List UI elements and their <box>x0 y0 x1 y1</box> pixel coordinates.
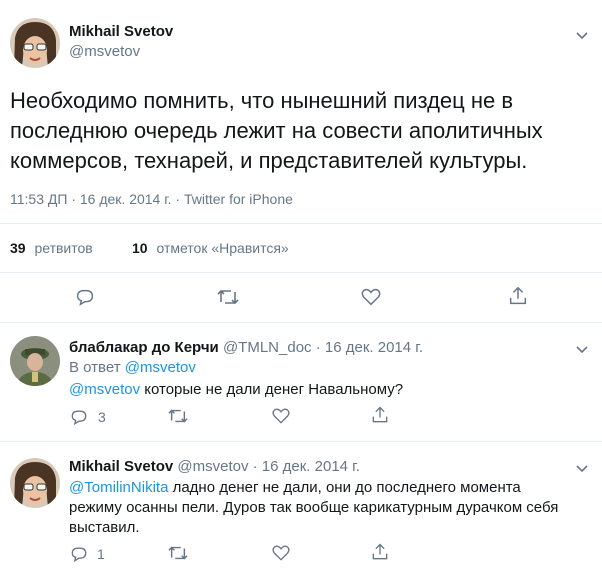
chevron-down-icon[interactable] <box>572 25 592 45</box>
author-name[interactable]: Mikhail Svetov <box>69 23 173 40</box>
author-name[interactable]: Mikhail Svetov <box>69 458 173 475</box>
chevron-down-icon[interactable] <box>572 339 592 359</box>
reply-count: 3 <box>98 409 106 425</box>
reply-text-line: @TomilinNikita ладно денег не дали, они … <box>69 478 521 498</box>
retweets-stat[interactable]: 39 ретвитов <box>10 240 93 256</box>
author-handle[interactable]: @TMLN_doc <box>223 339 312 356</box>
retweet-icon[interactable] <box>167 406 189 426</box>
retweets-label: ретвитов <box>34 240 93 256</box>
likes-label: отметок «Нравится» <box>156 240 289 256</box>
like-icon[interactable] <box>360 286 382 308</box>
reply-text-line: выставил. <box>69 519 140 536</box>
retweet-icon[interactable] <box>216 286 240 308</box>
likes-count: 10 <box>132 240 148 256</box>
reply-date[interactable]: · 16 дек. 2014 г. <box>316 339 423 356</box>
chevron-down-icon[interactable] <box>572 458 592 478</box>
mention-link[interactable]: @msvetov <box>69 381 140 398</box>
retweets-count: 39 <box>10 240 26 256</box>
like-icon[interactable] <box>271 406 291 426</box>
likes-stat[interactable]: 10 отметок «Нравится» <box>132 240 289 256</box>
reply-icon <box>69 544 89 564</box>
reply-header: блаблакар до Керчи @TMLN_doc · 16 дек. 2… <box>69 339 423 356</box>
avatar[interactable] <box>10 458 60 508</box>
reply-text-line: режиму осанны пели. Дуров так вообще кар… <box>69 499 559 516</box>
in-reply-prefix: В ответ <box>69 359 121 376</box>
reply-date[interactable]: · 16 дек. 2014 г. <box>253 458 360 475</box>
share-icon[interactable] <box>370 542 390 562</box>
tweet-text-line: коммерсов, технарей, и представителей ку… <box>10 148 528 173</box>
reply-icon[interactable] <box>74 286 96 308</box>
reply-text: @msvetov которые не дали денег Навальном… <box>69 381 403 398</box>
in-reply-handle-link[interactable]: @msvetov <box>125 359 196 376</box>
reply-header: Mikhail Svetov @msvetov · 16 дек. 2014 г… <box>69 458 360 475</box>
reply-action[interactable]: 3 <box>69 406 106 428</box>
reply-count: 1 <box>97 546 105 562</box>
tweet-meta[interactable]: 11:53 ДП · 16 дек. 2014 г. · Twitter for… <box>10 191 293 207</box>
like-icon[interactable] <box>271 543 291 563</box>
author-handle[interactable]: @msvetov <box>177 458 248 475</box>
reply-icon <box>69 407 89 427</box>
share-icon[interactable] <box>507 285 529 307</box>
author-name[interactable]: блаблакар до Керчи <box>69 339 219 356</box>
retweet-icon[interactable] <box>167 543 189 563</box>
in-reply-to: В ответ @msvetov <box>69 359 196 376</box>
avatar[interactable] <box>10 336 60 386</box>
share-icon[interactable] <box>370 405 390 425</box>
mention-link[interactable]: @TomilinNikita <box>69 479 168 496</box>
tweet-text-line: последнюю очередь лежит на совести аполи… <box>10 118 543 143</box>
author-handle[interactable]: @msvetov <box>69 43 140 60</box>
reply-action[interactable]: 1 <box>69 543 105 565</box>
tweet-text-line: Необходимо помнить, что нынешний пиздец … <box>10 88 514 113</box>
reply-body: ладно денег не дали, они до последнего м… <box>168 479 521 496</box>
reply-body: которые не дали денег Навальному? <box>140 381 404 398</box>
avatar[interactable] <box>10 18 60 68</box>
